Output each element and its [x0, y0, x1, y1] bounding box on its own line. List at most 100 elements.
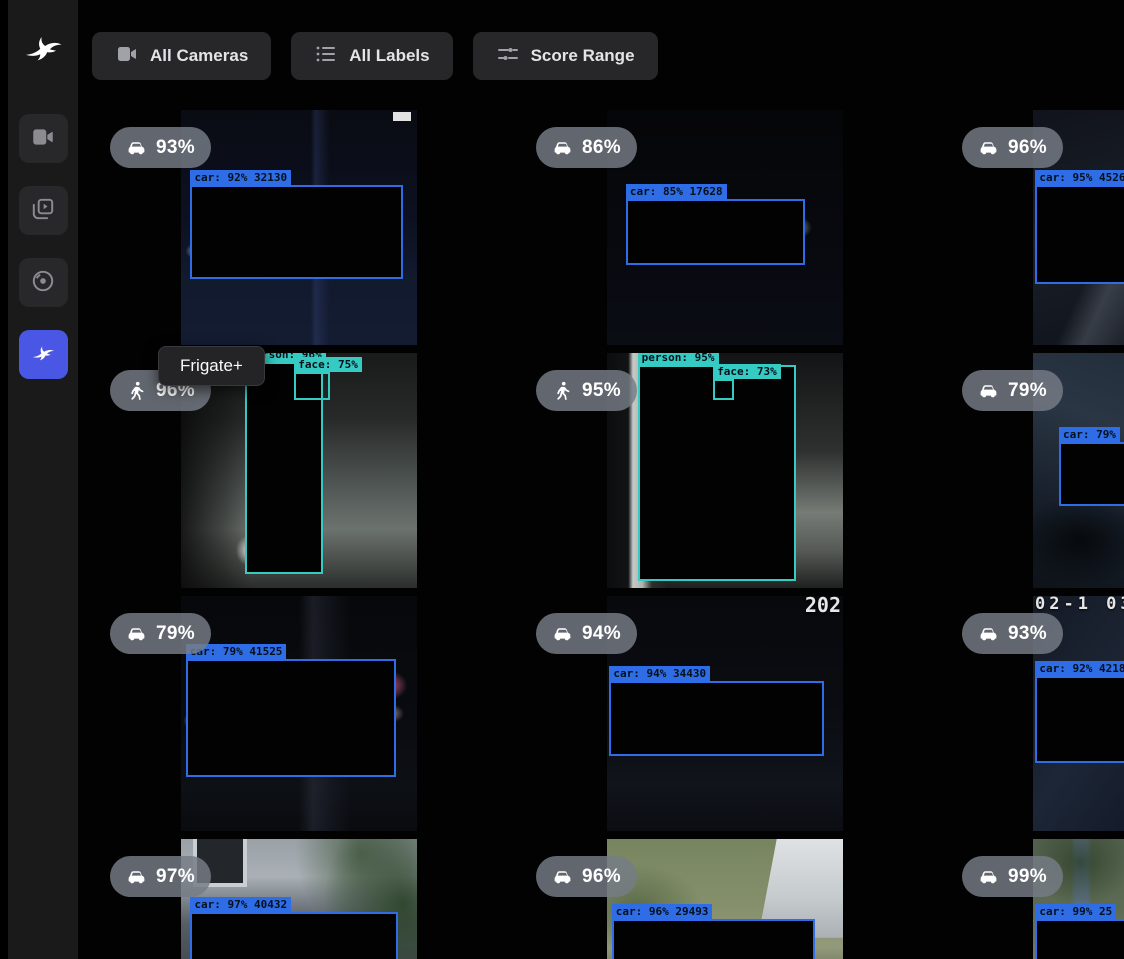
all-cameras-filter-button[interactable]: All Cameras — [92, 32, 271, 80]
snapshot-image[interactable]: car: 97% 40432 — [181, 839, 417, 959]
snapshot-card[interactable]: 79% car: 79% 41525 — [86, 596, 512, 831]
score-text: 94% — [582, 623, 621, 645]
snapshot-card[interactable]: 96% person: 96% face: 75% — [86, 353, 512, 588]
all-labels-filter-button[interactable]: All Labels — [291, 32, 452, 80]
person-icon — [126, 380, 147, 401]
snapshot-card[interactable]: 93% car: 92% 32130 — [86, 110, 512, 345]
score-text: 79% — [156, 623, 195, 645]
detection-label: car: 99% 25 — [1035, 904, 1116, 919]
score-badge: 95% — [536, 370, 637, 411]
app-window: All Cameras All Labels Score Range — [0, 0, 1124, 959]
video-camera-icon — [30, 124, 56, 153]
score-text: 96% — [582, 866, 621, 888]
score-range-filter-button[interactable]: Score Range — [473, 32, 658, 80]
car-icon — [978, 137, 999, 158]
snapshot-card[interactable]: 93% 02-1 03 0 car: 92% 4218 — [938, 596, 1124, 831]
car-icon — [552, 137, 573, 158]
timestamp-overlay: 02-1 03 0 — [1035, 596, 1124, 614]
snapshot-card[interactable]: 94% 202 car: 94% 34430 — [512, 596, 938, 831]
score-badge: 96% — [962, 127, 1063, 168]
detection-bbox: car: 95% 45260 — [1035, 185, 1124, 284]
snapshot-image[interactable]: car: 79% 41525 — [181, 596, 417, 831]
face-label: face: 75% — [294, 357, 362, 372]
detection-bbox: car: 97% 40432 — [190, 912, 398, 959]
sidebar-item-frigate-plus[interactable] — [19, 330, 68, 379]
snapshot-image[interactable]: 202 car: 94% 34430 — [607, 596, 843, 831]
detection-bbox: car: 99% 25 — [1035, 919, 1124, 959]
snapshot-card[interactable]: 95% person: 95% face: 73% — [512, 353, 938, 588]
review-play-icon — [30, 196, 56, 225]
all-cameras-label: All Cameras — [150, 46, 248, 66]
snapshot-image[interactable]: person: 96% face: 75% — [181, 353, 417, 588]
detection-label: car: 85% 17628 — [626, 184, 727, 199]
score-badge: 93% — [110, 127, 211, 168]
score-badge: 97% — [110, 856, 211, 897]
sidebar-item-export[interactable] — [19, 258, 68, 307]
detection-label: person: 95% — [638, 353, 719, 365]
car-icon — [126, 623, 147, 644]
face-label: face: 73% — [713, 364, 781, 379]
score-badge: 79% — [962, 370, 1063, 411]
car-icon — [552, 866, 573, 887]
frigate-bird-icon — [30, 340, 56, 369]
snapshot-card[interactable]: 97% car: 97% 40432 — [86, 839, 512, 959]
snapshot-image[interactable]: person: 95% face: 73% — [607, 353, 843, 588]
filter-bar: All Cameras All Labels Score Range — [92, 32, 658, 80]
detection-label: car: 92% 32130 — [190, 170, 291, 185]
detection-bbox: car: 92% 32130 — [190, 185, 402, 279]
score-text: 95% — [582, 380, 621, 402]
car-icon — [978, 623, 999, 644]
snapshot-grid: 93% car: 92% 32130 86% car: 85% 17628 — [86, 110, 1124, 959]
score-badge: 99% — [962, 856, 1063, 897]
detection-bbox: car: 79% — [1059, 442, 1124, 505]
score-badge: 86% — [536, 127, 637, 168]
score-range-label: Score Range — [531, 46, 635, 66]
all-labels-label: All Labels — [349, 46, 429, 66]
car-icon — [978, 380, 999, 401]
car-icon — [552, 623, 573, 644]
detection-bbox: car: 79% 41525 — [186, 659, 396, 777]
main-content: All Cameras All Labels Score Range — [78, 0, 1124, 959]
disc-icon — [30, 268, 56, 297]
sliders-icon — [496, 42, 520, 71]
detection-label: car: 79% — [1059, 427, 1120, 442]
sidebar-item-review[interactable] — [19, 186, 68, 235]
snapshot-card[interactable]: 99% car: 99% 25 — [938, 839, 1124, 959]
sidebar-item-cameras[interactable] — [19, 114, 68, 163]
detection-bbox: car: 85% 17628 — [626, 199, 805, 265]
snapshot-card[interactable]: 96% car: 96% 29493 — [512, 839, 938, 959]
snapshot-image[interactable]: car: 92% 32130 — [181, 110, 417, 345]
car-icon — [978, 866, 999, 887]
person-icon — [552, 380, 573, 401]
score-text: 96% — [1008, 137, 1047, 159]
detection-label: car: 95% 45260 — [1035, 170, 1124, 185]
detection-label: car: 97% 40432 — [190, 897, 291, 912]
score-text: 99% — [1008, 866, 1047, 888]
snapshot-card[interactable]: 79% car: 79% — [938, 353, 1124, 588]
detection-label: car: 94% 34430 — [609, 666, 710, 681]
detection-bbox: car: 94% 34430 — [609, 681, 824, 756]
snapshot-card[interactable]: 86% car: 85% 17628 — [512, 110, 938, 345]
car-icon — [126, 137, 147, 158]
timestamp-overlay: 202 — [805, 596, 841, 617]
detection-bbox: car: 92% 4218 — [1035, 676, 1124, 763]
detection-label: car: 96% 29493 — [612, 904, 713, 919]
score-badge: 93% — [962, 613, 1063, 654]
detection-label: car: 92% 4218 — [1035, 661, 1124, 676]
snapshot-card[interactable]: 96% car: 95% 45260 — [938, 110, 1124, 345]
frigate-plus-tooltip: Frigate+ — [158, 346, 265, 386]
score-badge: 79% — [110, 613, 211, 654]
score-badge: 94% — [536, 613, 637, 654]
sidebar — [8, 0, 78, 959]
snapshot-image[interactable]: car: 96% 29493 — [607, 839, 843, 959]
face-bbox: face: 75% — [294, 372, 329, 400]
snapshot-image[interactable]: car: 85% 17628 — [607, 110, 843, 345]
score-text: 93% — [1008, 623, 1047, 645]
video-camera-icon — [115, 42, 139, 71]
score-text: 97% — [156, 866, 195, 888]
frigate-logo-icon — [21, 26, 65, 70]
detection-bbox: car: 96% 29493 — [612, 919, 815, 959]
list-icon — [314, 42, 338, 71]
score-badge: 96% — [536, 856, 637, 897]
car-icon — [126, 866, 147, 887]
